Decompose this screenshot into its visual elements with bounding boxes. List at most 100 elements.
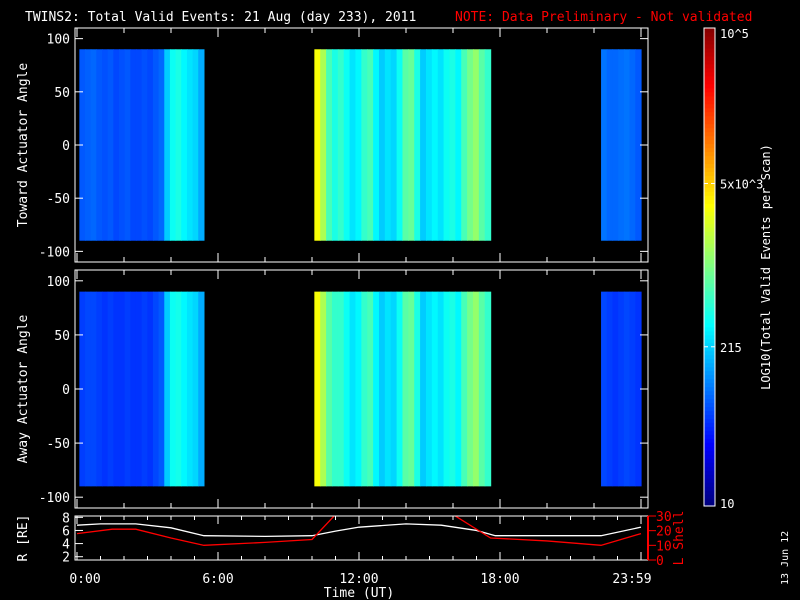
colorbar-swatch	[704, 247, 715, 252]
heatmap-cell	[130, 291, 137, 487]
colorbar-swatch	[704, 462, 715, 467]
heatmap-cell	[85, 49, 92, 241]
heatmap-cell	[431, 49, 439, 241]
colorbar-swatch	[704, 406, 715, 411]
heatmap-cell	[90, 291, 97, 487]
heatmap-cell	[449, 49, 456, 241]
r-line	[76, 523, 642, 538]
colorbar-swatch	[704, 207, 715, 212]
heatmap-cell	[331, 49, 339, 241]
x-tick-label: 23:59	[612, 572, 651, 587]
colorbar-swatch	[704, 111, 715, 117]
colorbar-swatch	[704, 310, 715, 316]
colorbar-swatch	[704, 199, 715, 204]
heatmap-cell	[472, 49, 480, 241]
heatmap-cell	[431, 291, 439, 487]
colorbar-swatch	[704, 119, 715, 125]
colorbar-swatch	[704, 474, 715, 479]
heatmap-cell	[449, 291, 456, 487]
heatmap-cell	[164, 49, 171, 241]
heatmap-cell	[118, 49, 126, 241]
colorbar-swatch	[704, 191, 715, 196]
heatmap-cell	[601, 49, 608, 241]
colorbar-swatch	[704, 290, 715, 296]
heatmap-cell	[326, 291, 333, 487]
colorbar-swatch	[704, 171, 715, 176]
y2-tick-label: 20	[656, 525, 672, 540]
heatmap-cell	[437, 291, 445, 487]
y-tick-label: 2	[62, 551, 70, 566]
colorbar-swatch	[704, 338, 715, 344]
heatmap-cell	[326, 49, 333, 241]
heatmap-cell	[367, 49, 374, 241]
x-tick-label: 0:00	[69, 572, 100, 587]
heatmap-cell	[124, 291, 131, 487]
heatmap-cell	[135, 49, 143, 241]
heatmap-cell	[101, 49, 109, 241]
colorbar-swatch	[704, 123, 715, 129]
colorbar-swatch	[704, 434, 715, 439]
y-tick-label: 100	[47, 275, 70, 290]
colorbar-swatch	[704, 143, 715, 149]
colorbar-swatch	[704, 410, 715, 415]
x-axis-label: Time (UT)	[324, 586, 394, 600]
heatmap-cell	[390, 291, 398, 487]
heatmap-cell	[113, 49, 120, 241]
heatmap-cell	[175, 49, 182, 241]
heatmap-cell	[467, 49, 474, 241]
heatmap-cell	[349, 291, 357, 487]
y-tick-label: -50	[47, 437, 70, 452]
heatmap-cell	[113, 291, 120, 487]
colorbar-swatch	[704, 486, 715, 491]
colorbar-swatch	[704, 107, 715, 113]
colorbar-swatch	[704, 302, 715, 308]
heatmap-cell	[420, 49, 427, 241]
colorbar-swatch	[704, 263, 715, 268]
colorbar-swatch	[704, 350, 715, 356]
heatmap-cell	[384, 291, 392, 487]
colorbar-swatch	[704, 163, 715, 169]
toward-panel: 100 50 0 -50 -100 Toward Actuator Angle	[16, 27, 649, 263]
heatmap-cell	[425, 49, 433, 241]
colorbar-swatch	[704, 55, 715, 61]
colorbar-swatch	[704, 354, 715, 360]
colorbar-swatch	[704, 482, 715, 487]
colorbar-swatch	[704, 282, 715, 288]
colorbar-swatch	[704, 203, 715, 208]
colorbar-swatch	[704, 155, 715, 161]
colorbar-swatch	[704, 422, 715, 427]
colorbar-swatch	[704, 366, 715, 372]
heatmap-cell	[606, 291, 614, 487]
heatmap-cell	[141, 49, 148, 241]
heatmap-cell	[90, 49, 97, 241]
colorbar-swatch	[704, 59, 715, 65]
x-tick-label: 18:00	[480, 572, 519, 587]
heatmap-cell	[402, 49, 409, 241]
colorbar-swatch	[704, 83, 715, 89]
heatmap-cell	[361, 49, 368, 241]
heatmap-cell	[402, 291, 409, 487]
colorbar-swatch	[704, 167, 715, 172]
colorbar-swatch	[704, 378, 715, 384]
colorbar-tick-label: 10^5	[720, 27, 749, 41]
heatmap-cell	[181, 291, 188, 487]
y-tick-label: -100	[39, 245, 70, 260]
colorbar-swatch	[704, 255, 715, 260]
y2-tick-label: 0	[656, 554, 664, 569]
colorbar-swatch	[704, 223, 715, 228]
colorbar-tick-label: 215	[720, 341, 742, 355]
x-tick-label: 6:00	[202, 572, 233, 587]
heatmap-cell	[169, 49, 177, 241]
y-tick-label: -100	[39, 491, 70, 506]
heatmap-cell	[314, 49, 321, 241]
y-axis-label: Away Actuator Angle	[16, 314, 31, 463]
colorbar-swatch	[704, 87, 715, 93]
y2-tick-label: 10	[656, 539, 672, 554]
heatmap-cell	[314, 291, 321, 487]
colorbar-swatch	[704, 39, 715, 45]
colorbar-swatch	[704, 426, 715, 431]
colorbar-swatch	[704, 386, 715, 392]
heatmap-cell	[612, 49, 619, 241]
heatmap-cell	[629, 291, 636, 487]
colorbar-swatch	[704, 147, 715, 153]
